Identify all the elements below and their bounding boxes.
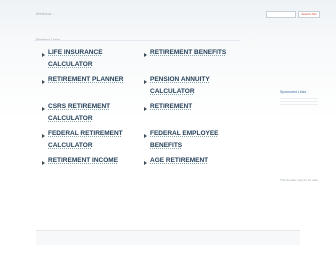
- link-label: CALCULATOR: [48, 61, 93, 68]
- arrow-icon: [144, 107, 147, 111]
- sidebar-title[interactable]: Sponsored Links: [280, 90, 326, 94]
- link-label: RETIREMENT BENEFITS: [150, 49, 227, 56]
- arrow-icon: [144, 53, 147, 57]
- link-label: CALCULATOR: [48, 142, 93, 149]
- link-federal-employee-benefits[interactable]: FEDERAL EMPLOYEE BENEFITS: [144, 130, 219, 152]
- link-age-retirement[interactable]: AGE RETIREMENT: [144, 157, 209, 167]
- footer: [36, 230, 300, 245]
- arrow-icon: [42, 107, 45, 111]
- link-label: RETIREMENT PLANNER: [48, 76, 124, 83]
- link-label: RETIREMENT INCOME: [48, 157, 119, 164]
- arrow-icon: [144, 80, 147, 84]
- link-retirement[interactable]: RETIREMENT: [144, 103, 193, 113]
- search-button[interactable]: Search Ads: [298, 11, 320, 18]
- link-csrs-retirement-calculator[interactable]: CSRS RETIREMENT CALCULATOR: [42, 103, 111, 125]
- arrow-icon: [144, 161, 147, 165]
- link-label: FEDERAL RETIREMENT: [48, 130, 123, 137]
- sidebar-note: This domain may be for sale: [280, 178, 318, 182]
- sidebar: Sponsored Links This domain may be for s…: [280, 90, 326, 182]
- link-label: AGE RETIREMENT: [150, 157, 209, 164]
- link-label: BENEFITS: [150, 142, 183, 149]
- link-label: CALCULATOR: [48, 115, 93, 122]
- search-input[interactable]: [266, 11, 296, 18]
- sidebar-placeholder-lines: [280, 98, 318, 107]
- link-label: LIFE INSURANCE: [48, 49, 103, 56]
- site-name[interactable]: lifeinsur...: [36, 11, 55, 16]
- link-label: PENSION ANNUITY: [150, 76, 210, 83]
- link-federal-retirement-calculator[interactable]: FEDERAL RETIREMENT CALCULATOR: [42, 130, 123, 152]
- arrow-icon: [42, 53, 45, 57]
- link-label: FEDERAL EMPLOYEE: [150, 130, 219, 137]
- link-pension-annuity-calculator[interactable]: PENSION ANNUITY CALCULATOR: [144, 76, 210, 98]
- arrow-icon: [42, 80, 45, 84]
- arrow-icon: [42, 134, 45, 138]
- link-retirement-income[interactable]: RETIREMENT INCOME: [42, 157, 119, 167]
- related-links-panel: LIFE INSURANCE CALCULATOR RETIREMENT BENE…: [34, 40, 240, 175]
- link-label: RETIREMENT: [150, 103, 193, 110]
- link-label: CSRS RETIREMENT: [48, 103, 111, 110]
- link-retirement-benefits[interactable]: RETIREMENT BENEFITS: [144, 49, 227, 59]
- link-retirement-planner[interactable]: RETIREMENT PLANNER: [42, 76, 124, 86]
- link-life-insurance-calculator[interactable]: LIFE INSURANCE CALCULATOR: [42, 49, 103, 71]
- arrow-icon: [42, 161, 45, 165]
- top-bar: lifeinsur... Search Ads: [0, 0, 336, 32]
- arrow-icon: [144, 134, 147, 138]
- link-label: CALCULATOR: [150, 88, 195, 95]
